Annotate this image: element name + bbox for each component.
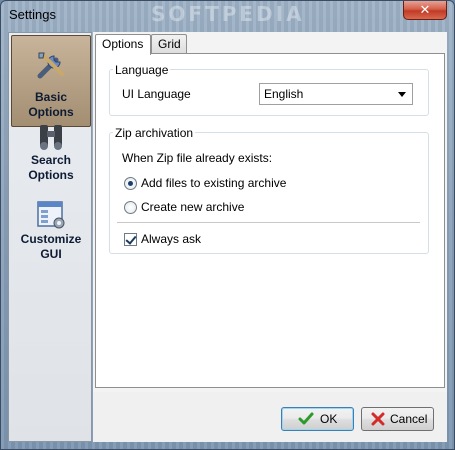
add-files-label[interactable]: Add files to existing archive [141, 176, 286, 190]
add-files-radio[interactable] [124, 177, 137, 190]
nav-item-search-options[interactable]: Search Options [11, 119, 91, 189]
close-button[interactable]: ✕ [403, 1, 447, 20]
cancel-button[interactable]: Cancel [361, 407, 434, 431]
tab-grid[interactable]: Grid [151, 34, 187, 54]
checkmark-icon [298, 412, 314, 425]
options-navigation: Basic Options Search Options Customize G… [8, 32, 92, 442]
title-bar[interactable]: Settings SOFTPEDIA ✕ [1, 1, 454, 29]
zip-group-title: Zip archivation [113, 126, 196, 140]
group-divider [117, 222, 420, 223]
ui-language-label: UI Language [122, 87, 191, 101]
create-new-archive-radio[interactable] [124, 201, 137, 214]
chevron-down-icon [398, 92, 406, 97]
window-title: Settings [9, 7, 56, 22]
language-group-title: Language [113, 63, 171, 77]
gui-icon [37, 201, 65, 229]
watermark-text: SOFTPEDIA [151, 2, 305, 26]
nav-item-customize-gui[interactable]: Customize GUI [11, 198, 91, 268]
create-new-archive-label[interactable]: Create new archive [141, 200, 244, 214]
always-ask-label[interactable]: Always ask [141, 232, 201, 246]
tab-options[interactable]: Options [95, 34, 151, 55]
cancel-x-icon [371, 412, 385, 426]
nav-label: Customize [20, 232, 82, 246]
nav-label: Search [30, 153, 72, 167]
nav-item-basic-options[interactable]: Basic Options [11, 35, 91, 127]
nav-label: Basic Options [28, 90, 74, 119]
nav-label: GUI [40, 247, 62, 261]
nav-label: Options [28, 168, 74, 182]
tools-icon [37, 52, 64, 79]
ok-button[interactable]: OK [281, 407, 354, 431]
zip-exists-prompt: When Zip file already exists: [122, 151, 273, 165]
always-ask-checkbox[interactable] [124, 233, 137, 246]
cancel-label: Cancel [390, 412, 428, 426]
ui-language-dropdown[interactable]: English [259, 83, 413, 105]
ok-label: OK [320, 412, 338, 426]
binoculars-icon [40, 125, 62, 150]
ui-language-value: English [264, 87, 304, 101]
